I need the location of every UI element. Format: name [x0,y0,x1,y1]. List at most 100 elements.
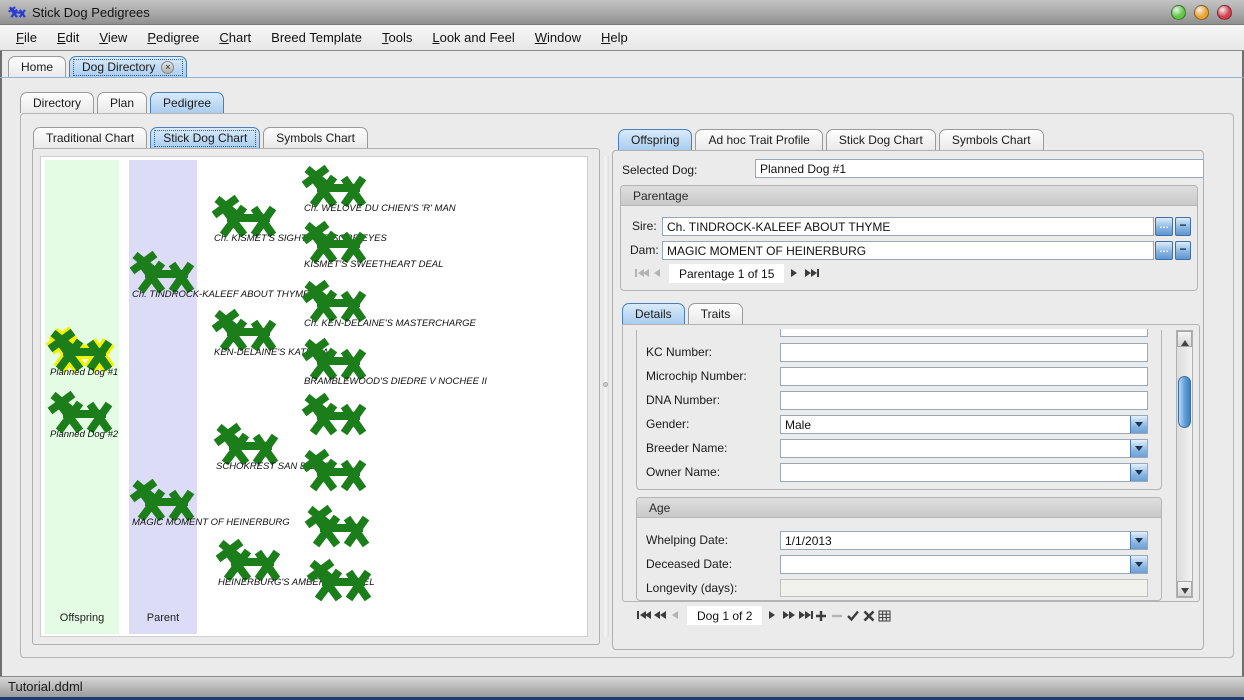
stick-dog-icon[interactable] [306,560,372,605]
menu-file[interactable]: File [6,26,47,49]
panel-splitter[interactable] [602,156,609,637]
doc-tab-dog-directory[interactable]: Dog Directory × [69,56,187,77]
tab-label: Dog Directory [82,60,155,74]
scrollbar-thumb[interactable] [1178,376,1191,428]
window-title: Stick Dog Pedigrees [32,5,150,20]
microchip-number-field[interactable] [780,367,1148,386]
menu-help[interactable]: Help [591,26,638,49]
maximize-button[interactable] [1194,5,1209,20]
close-icon[interactable]: × [161,61,174,74]
tab-label: Pedigree [163,96,211,110]
menu-look-and-feel[interactable]: Look and Feel [422,26,524,49]
commit-icon[interactable] [845,607,861,624]
tab-stick-dog-chart[interactable]: Stick Dog Chart [826,129,936,150]
menu-view[interactable]: View [89,26,137,49]
dog-name-label: Ch. KEN-DELAINE'S MASTERCHARGE [304,318,476,329]
dog-name-label: Ch. WELOVE DU CHIEN'S 'R' MAN [304,203,456,214]
dam-remove-button[interactable]: − [1175,241,1191,260]
tab-symbols-chart[interactable]: Symbols Chart [263,127,368,148]
stick-dog-icon[interactable] [304,506,370,551]
next-fast-icon[interactable] [781,607,797,624]
tab-pedigree[interactable]: Pedigree [150,92,224,113]
dna-number-field[interactable] [780,391,1148,410]
details-scrollbar[interactable] [1176,330,1193,598]
dam-field[interactable]: MAGIC MOMENT OF HEINERBURG [662,241,1154,260]
menu-window[interactable]: Window [525,26,591,49]
tab-symbols-chart[interactable]: Symbols Chart [939,129,1044,150]
scroll-up-icon[interactable] [1177,331,1192,347]
tab-traits[interactable]: Traits [688,303,744,324]
kc-number-field[interactable] [780,343,1148,362]
tab-label: Traditional Chart [46,131,134,145]
next-icon[interactable] [787,265,803,282]
stick-dog-icon[interactable] [301,450,367,495]
cancel-icon[interactable] [861,607,877,624]
tab-label: Stick Dog Chart [839,133,923,147]
dog-name-label: BRAMBLEWOOD'S DIEDRE V NOCHEE II [304,376,487,387]
tab-stick-dog-chart[interactable]: Stick Dog Chart [150,127,260,148]
tab-plan[interactable]: Plan [97,92,147,113]
owner-name-label: Owner Name: [646,465,720,479]
breeder-name-label: Breeder Name: [646,441,727,455]
dog-name-label: KISMET'S SWEETHEART DEAL [304,259,443,270]
whelping-date-value: 1/1/2013 [785,534,832,548]
doc-tab-home[interactable]: Home [8,56,66,77]
close-button[interactable] [1217,5,1232,20]
tab-directory[interactable]: Directory [20,92,94,113]
tab-label: Ad hoc Trait Profile [708,133,809,147]
tab-details[interactable]: Details [622,303,685,324]
age-group-title: Age [637,498,1161,518]
sire-field[interactable]: Ch. TINDROCK-KALEEF ABOUT THYME [662,217,1154,236]
next-icon[interactable] [765,607,781,624]
record-position-label: Parentage 1 of 15 [669,264,784,283]
offspring-tab-bar: Offspring Ad hoc Trait Profile Stick Dog C… [618,129,1047,150]
last-icon[interactable] [797,607,813,624]
scroll-down-icon[interactable] [1177,581,1192,597]
add-icon[interactable] [813,607,829,624]
gender-value: Male [785,418,811,432]
title-bar: Stick Dog Pedigrees [0,0,1244,25]
view-tab-bar: Directory Plan Pedigree [20,91,227,113]
record-position-label: Dog 1 of 2 [687,606,762,625]
menu-tools[interactable]: Tools [372,26,422,49]
prev-fast-icon[interactable] [652,607,668,624]
dam-lookup-button[interactable]: … [1155,241,1173,260]
owner-name-combo[interactable] [780,463,1148,482]
app-window: Stick Dog Pedigrees FileEditViewPedigree… [0,0,1244,700]
chevron-down-icon[interactable] [1130,464,1147,481]
tab-ad-hoc-trait-profile[interactable]: Ad hoc Trait Profile [695,129,822,150]
longevity-label: Longevity (days): [646,581,737,595]
menu-breed-template[interactable]: Breed Template [261,26,372,49]
deceased-date-combo[interactable] [780,555,1148,574]
menu-edit[interactable]: Edit [47,26,89,49]
microchip-number-label: Microchip Number: [646,369,747,383]
breeder-name-combo[interactable] [780,439,1148,458]
whelping-date-label: Whelping Date: [646,533,728,547]
stick-dog-icon[interactable] [301,394,367,439]
sire-lookup-button[interactable]: … [1155,217,1173,236]
tab-label: Traits [701,307,731,321]
tab-offspring[interactable]: Offspring [618,129,692,150]
first-icon [634,265,650,282]
chevron-down-icon[interactable] [1130,440,1147,457]
selected-dog-field[interactable]: Planned Dog #1 [755,159,1204,178]
splitter-handle-icon[interactable] [603,382,608,387]
minimize-button[interactable] [1171,5,1186,20]
tab-label: Symbols Chart [276,131,355,145]
last-icon[interactable] [803,265,819,282]
remove-icon [829,607,845,624]
menu-chart[interactable]: Chart [209,26,261,49]
gender-combo[interactable]: Male [780,415,1148,434]
chevron-down-icon[interactable] [1130,556,1147,573]
chevron-down-icon[interactable] [1130,416,1147,433]
chevron-down-icon[interactable] [1130,532,1147,549]
selected-dog-label: Selected Dog: [622,163,697,177]
tab-label: Directory [33,96,81,110]
sire-remove-button[interactable]: − [1175,217,1191,236]
tab-traditional-chart[interactable]: Traditional Chart [33,127,147,148]
deceased-date-label: Deceased Date: [646,557,732,571]
whelping-date-combo[interactable]: 1/1/2013 [780,531,1148,550]
grid-icon[interactable] [877,607,893,624]
first-icon[interactable] [636,607,652,624]
menu-pedigree[interactable]: Pedigree [137,26,209,49]
